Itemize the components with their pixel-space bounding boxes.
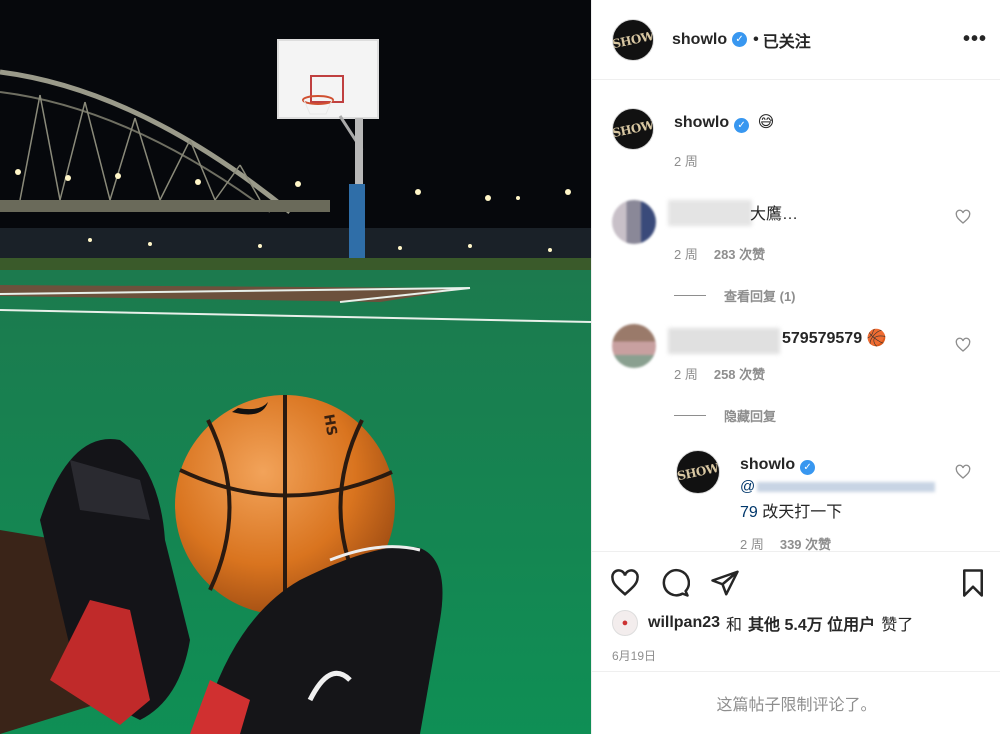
reply-likes[interactable]: 339 次赞 xyxy=(780,537,831,551)
post-date: 6月19日 xyxy=(612,649,657,663)
like-heart-icon[interactable] xyxy=(610,568,640,598)
comment-item: 579579579 🏀 2 周 258 次赞 隐藏回复 xyxy=(592,320,1000,430)
replies-line xyxy=(674,415,706,416)
avatar-logo-text: SHOW xyxy=(612,117,654,141)
heart-icon[interactable] xyxy=(955,337,971,353)
comments-restricted-notice: 这篇帖子限制评论了。 xyxy=(592,671,1000,734)
reply-item: SHOW showlo ✓ @ 79 改天打一下 2 周 339 次赞 xyxy=(592,446,1000,552)
heart-icon[interactable] xyxy=(955,209,971,225)
verified-badge-icon: ✓ xyxy=(800,460,816,475)
hide-replies-button[interactable]: 隐藏回复 xyxy=(674,406,776,425)
separator-dot: • xyxy=(753,30,759,48)
view-replies-button[interactable]: 查看回复 (1) xyxy=(674,286,796,305)
basketball-emoji: 🏀 xyxy=(866,330,887,347)
save-bookmark-icon[interactable] xyxy=(958,568,988,598)
comment-time: 2 周 xyxy=(674,247,698,262)
mention-prefix[interactable]: @ xyxy=(740,478,755,495)
mention-tail[interactable]: 79 xyxy=(740,504,758,521)
avatar-logo-text: SHOW xyxy=(612,28,654,51)
comment-text: 579579579 xyxy=(782,330,863,347)
comment-likes[interactable]: 258 次赞 xyxy=(714,367,765,382)
commenter-username-redacted[interactable] xyxy=(668,200,752,226)
reply-time: 2 周 xyxy=(740,537,764,552)
comment-likes[interactable]: 283 次赞 xyxy=(714,247,765,262)
basketball-court-image: HS xyxy=(0,0,591,734)
caption: SHOW showlo ✓ 😅 2 周 xyxy=(592,80,1000,180)
comment-time: 2 周 xyxy=(674,367,698,382)
caption-username[interactable]: showlo xyxy=(674,114,729,131)
replies-label: 隐藏回复 xyxy=(724,409,777,424)
reply-avatar[interactable]: SHOW xyxy=(676,450,720,494)
mention-redacted xyxy=(757,482,936,493)
verified-badge-icon: ✓ xyxy=(734,118,750,133)
liker-avatar[interactable]: ● xyxy=(612,610,638,636)
verified-badge-icon: ✓ xyxy=(732,32,748,47)
likes-summary: ● willpan23 和 其他 5.4万 位用户 赞了 xyxy=(612,610,913,636)
share-paper-plane-icon[interactable] xyxy=(710,568,740,598)
comment-item: 大鷹… 2 周 283 次赞 查看回复 (1) xyxy=(592,188,1000,304)
post-detail-panel: SHOW showlo ✓ • 已关注 ••• SHOW showlo ✓ 😅 2… xyxy=(591,0,1000,734)
commenter-avatar[interactable] xyxy=(612,200,656,244)
author-avatar[interactable]: SHOW xyxy=(612,18,654,61)
avatar-logo-text: SHOW xyxy=(676,460,720,484)
liker-username[interactable]: willpan23 xyxy=(648,614,720,632)
post-photo[interactable]: HS xyxy=(0,0,591,734)
heart-icon[interactable] xyxy=(955,464,971,480)
commenter-username-redacted[interactable] xyxy=(668,328,780,354)
likes-suffix: 赞了 xyxy=(881,617,914,634)
reply-text: 改天打一下 xyxy=(762,504,843,521)
post-header: SHOW showlo ✓ • 已关注 ••• xyxy=(592,0,1000,80)
commenter-avatar[interactable] xyxy=(612,324,656,368)
caption-time: 2 周 xyxy=(674,154,698,169)
following-button[interactable]: 已关注 xyxy=(763,28,811,52)
comment-text: 大鷹… xyxy=(750,206,799,223)
caption-avatar[interactable]: SHOW xyxy=(612,108,654,150)
action-bar xyxy=(592,552,1000,612)
author-username[interactable]: showlo xyxy=(672,31,727,49)
replies-line xyxy=(674,295,706,296)
replies-label: 查看回复 (1) xyxy=(724,289,796,304)
likes-others-count[interactable]: 其他 5.4万 位用户 xyxy=(748,611,875,635)
likes-and: 和 xyxy=(726,617,743,634)
reply-username[interactable]: showlo xyxy=(740,456,795,473)
comments-section[interactable]: SHOW showlo ✓ 😅 2 周 大鷹… 2 周 283 次赞 查看回复 (1… xyxy=(592,80,1000,552)
caption-emoji: 😅 xyxy=(757,114,775,131)
comment-bubble-icon[interactable] xyxy=(660,568,690,598)
more-options-icon[interactable]: ••• xyxy=(963,28,987,51)
